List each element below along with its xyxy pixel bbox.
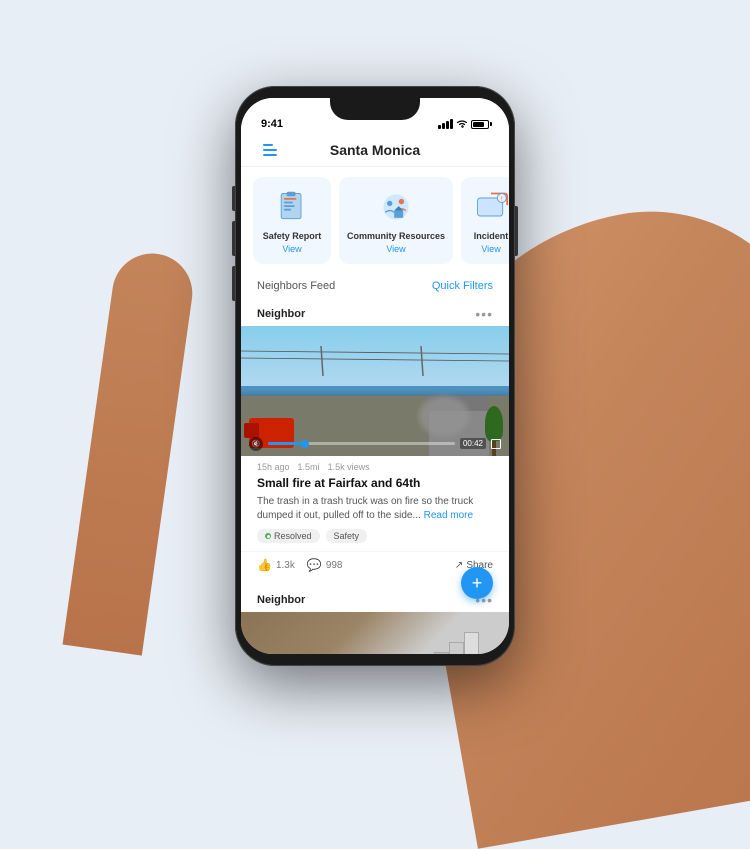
notch	[330, 98, 420, 120]
post-description: The trash in a trash truck was on fire s…	[241, 495, 509, 529]
power-button	[515, 206, 518, 256]
resolved-tag: Resolved	[257, 529, 320, 543]
signal-icon	[438, 119, 453, 129]
volume-up-button	[232, 221, 235, 256]
post2-author: Neighbor	[257, 594, 305, 606]
comment-button[interactable]: 💬 998	[307, 558, 343, 572]
wifi-icon	[456, 118, 468, 130]
video-time: 00:42	[460, 438, 486, 449]
scene: 9:41	[0, 0, 750, 752]
incidents-link[interactable]: View	[469, 244, 509, 254]
safety-report-link[interactable]: View	[261, 244, 323, 254]
post-header: Neighbor •••	[241, 298, 509, 326]
battery-icon	[471, 120, 489, 129]
post-time: 15h ago	[257, 462, 290, 472]
post-tags: Resolved Safety	[241, 529, 509, 551]
incidents-card[interactable]: ! Incident View	[461, 177, 509, 264]
video-progress-fill	[268, 442, 305, 445]
like-count: 1.3k	[276, 560, 295, 571]
quick-filters-button[interactable]: Quick Filters	[432, 280, 493, 292]
resolved-dot	[265, 533, 271, 539]
post-card-1: Neighbor •••	[241, 298, 509, 583]
post-author: Neighbor	[257, 308, 305, 320]
community-resources-label: Community Resources	[347, 231, 445, 242]
phone-screen: 9:41	[241, 98, 509, 654]
safety-report-icon-area	[261, 187, 323, 227]
phone-frame: 9:41	[235, 86, 515, 666]
comment-icon: 💬	[307, 558, 322, 572]
safety-report-card[interactable]: Safety Report View	[253, 177, 331, 264]
like-icon: 👍	[257, 558, 272, 572]
like-button[interactable]: 👍 1.3k	[257, 558, 295, 572]
hamburger-menu-icon[interactable]	[263, 144, 277, 156]
incidents-icon-area: !	[469, 187, 509, 227]
post-views: 1.5k views	[328, 462, 370, 472]
share-icon: ↗	[455, 560, 463, 571]
post-distance: 1.5mi	[298, 462, 320, 472]
hand-left	[63, 248, 198, 655]
community-resources-card[interactable]: Community Resources View	[339, 177, 453, 264]
feed-title: Neighbors Feed	[257, 280, 335, 292]
mute-button	[232, 186, 235, 211]
read-more-link[interactable]: Read more	[424, 510, 473, 521]
app-header: Santa Monica	[241, 134, 509, 167]
feed-header: Neighbors Feed Quick Filters	[241, 274, 509, 298]
post-more-button[interactable]: •••	[475, 306, 493, 322]
post-video[interactable]: 🔇 00:42	[241, 326, 509, 456]
city-title: Santa Monica	[330, 142, 420, 158]
safety-report-label: Safety Report	[261, 231, 323, 242]
smoke-visual	[419, 396, 469, 436]
svg-text:!: !	[501, 197, 503, 203]
post-meta: 15h ago 1.5mi 1.5k views	[241, 456, 509, 476]
incidents-label: Incident	[469, 231, 509, 242]
fab-plus-icon: +	[472, 574, 483, 592]
expand-video-icon[interactable]	[491, 439, 501, 449]
safety-tag: Safety	[326, 529, 368, 543]
volume-icon[interactable]: 🔇	[249, 437, 263, 451]
comment-count: 998	[326, 560, 343, 571]
video-controls: 🔇 00:42	[249, 437, 501, 451]
community-resources-icon-area	[347, 187, 445, 227]
post-title: Small fire at Fairfax and 64th	[241, 476, 509, 496]
post2-image	[241, 612, 509, 654]
quick-cards-section: Safety Report View	[241, 167, 509, 274]
status-icons	[438, 118, 489, 130]
volume-down-button	[232, 266, 235, 301]
status-time: 9:41	[261, 118, 283, 130]
video-progress-dot	[301, 440, 309, 448]
fab-add-button[interactable]: +	[461, 567, 493, 599]
video-progress-bar[interactable]	[268, 442, 455, 445]
community-resources-link[interactable]: View	[347, 244, 445, 254]
